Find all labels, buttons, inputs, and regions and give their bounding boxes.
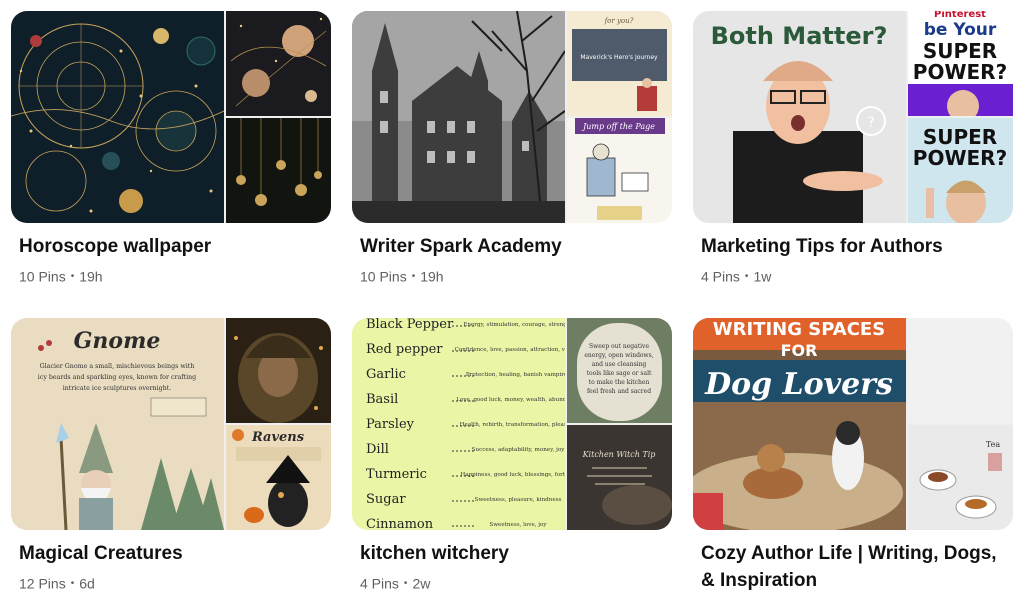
board-title[interactable]: Cozy Author Life | Writing, Dogs, & Insp… bbox=[701, 540, 1011, 594]
cover-image-herb-meanings: Black Pepper Energy, stimulation, courage… bbox=[352, 318, 565, 530]
board-meta: 4 Pins • 2w bbox=[360, 574, 430, 591]
last-updated: 6d bbox=[79, 575, 95, 592]
thumb-text: Jump off the Page bbox=[581, 122, 655, 131]
cover-image-celestial-wallpaper bbox=[11, 11, 224, 223]
board-meta: 10 Pins • 19h bbox=[360, 267, 444, 284]
cover-image-moons-planets bbox=[226, 11, 331, 116]
separator-dot: • bbox=[744, 270, 749, 282]
thumb-text: to make the kitchen bbox=[589, 379, 650, 386]
cover-image-super-power: Pinterest be Your SUPER POWER? bbox=[908, 11, 1013, 116]
thumb-text: tools like sage or salt bbox=[587, 370, 652, 377]
cover-image-glacier-gnome: Gnome Glacier Gnome a small, mischievous… bbox=[11, 318, 224, 530]
board-cover[interactable]: for you? Maverick's Hero's Journey Jump … bbox=[352, 11, 672, 223]
board-cover[interactable] bbox=[11, 11, 331, 223]
herb-meaning: Happiness, good luck, blessings, fortune bbox=[460, 472, 565, 478]
thumb-text: for you? bbox=[604, 17, 634, 25]
herb-meaning: Sweetness, pleasure, kindness bbox=[475, 497, 562, 503]
thumb-text: Glacier Gnome a small, mischievous being… bbox=[40, 363, 195, 370]
herb-meaning: Energy, stimulation, courage, strength bbox=[463, 322, 565, 328]
thumb-text: be Your bbox=[924, 20, 997, 40]
herb-name: Dill bbox=[366, 442, 389, 457]
board-meta: 10 Pins • 19h bbox=[19, 267, 103, 284]
cover-image-tea-cups: Tea bbox=[908, 425, 1013, 530]
board-meta: 12 Pins • 6d bbox=[19, 574, 95, 591]
herb-name: Sugar bbox=[366, 492, 406, 507]
pin-count: 4 Pins bbox=[701, 268, 740, 285]
thumb-headline: Gnome bbox=[74, 328, 161, 354]
thumb-text: Maverick's Hero's Journey bbox=[580, 54, 658, 61]
pin-count: 10 Pins bbox=[360, 268, 407, 285]
herb-name: Basil bbox=[366, 392, 398, 407]
board-title[interactable]: kitchen witchery bbox=[360, 540, 670, 567]
thumb-text: icy beards and sparkling eyes, known for… bbox=[38, 374, 196, 381]
pin-count: 10 Pins bbox=[19, 268, 66, 285]
herb-name: Turmeric bbox=[366, 467, 427, 482]
herb-meaning: Confidence, love, passion, attraction, v… bbox=[455, 347, 565, 353]
herb-meaning: Protection, healing, banish vampires bbox=[466, 372, 565, 378]
board-title[interactable]: Writer Spark Academy bbox=[360, 233, 670, 260]
separator-dot: • bbox=[411, 270, 416, 282]
cover-image-both-matter: Both Matter? ? bbox=[693, 11, 906, 223]
pin-count: 12 Pins bbox=[19, 575, 66, 592]
thumb-text: Pinterest bbox=[934, 11, 986, 20]
separator-dot: • bbox=[403, 577, 408, 589]
thumb-text: POWER? bbox=[913, 146, 1007, 170]
cover-image-ravens: Ravens bbox=[226, 425, 331, 530]
herb-meaning: Health, rebirth, transformation, pleasur… bbox=[460, 422, 565, 428]
thumb-headline: Dog Lovers bbox=[704, 367, 893, 402]
last-updated: 19h bbox=[420, 268, 444, 285]
cover-image-kitchen-witch-tip: Kitchen Witch Tip bbox=[567, 425, 672, 530]
herb-meaning: Sweetness, love, joy bbox=[489, 522, 547, 528]
herb-meaning: Love, good luck, money, wealth, abundanc… bbox=[456, 397, 565, 403]
herb-name: Cinnamon bbox=[366, 517, 434, 530]
board-cover[interactable]: WRITING SPACES FOR Dog Lovers Tea bbox=[693, 318, 1013, 530]
board-title[interactable]: Magical Creatures bbox=[19, 540, 329, 567]
thumb-text: energy, open windows, bbox=[584, 352, 653, 359]
thumb-text: Ravens bbox=[251, 430, 305, 445]
herb-meaning: Success, adaptability, money, joy bbox=[472, 447, 565, 453]
cover-image-gothic-castle bbox=[352, 11, 565, 223]
pin-count: 4 Pins bbox=[360, 575, 399, 592]
thumb-text: feel fresh and sacred bbox=[587, 388, 651, 395]
separator-dot: • bbox=[70, 270, 75, 282]
thumb-text: WRITING SPACES bbox=[713, 319, 885, 340]
thumb-text: POWER? bbox=[913, 60, 1007, 84]
thumb-text: Kitchen Witch Tip bbox=[582, 450, 656, 459]
cover-image-super-power-2: SUPER POWER? bbox=[908, 118, 1013, 223]
cover-image-hanging-moons bbox=[226, 118, 331, 223]
thumb-text: FOR bbox=[781, 341, 818, 360]
board-title[interactable]: Horoscope wallpaper bbox=[19, 233, 329, 260]
cover-image-heros-journey: for you? Maverick's Hero's Journey bbox=[567, 11, 672, 116]
herb-name: Red pepper bbox=[366, 342, 443, 357]
board-title[interactable]: Marketing Tips for Authors bbox=[701, 233, 1011, 260]
thumb-text: Sweep out negative bbox=[589, 343, 649, 350]
thumb-headline: Both Matter? bbox=[711, 22, 888, 50]
herb-name: Black Pepper bbox=[366, 318, 454, 332]
svg-text:?: ? bbox=[867, 115, 874, 131]
board-cover[interactable]: Gnome Glacier Gnome a small, mischievous… bbox=[11, 318, 331, 530]
board-meta: 4 Pins • 1w bbox=[701, 267, 771, 284]
cover-image-character-reading: Jump off the Page bbox=[567, 118, 672, 223]
board-cover[interactable]: Both Matter? ? Pinterest be Your SUPER P… bbox=[693, 11, 1013, 223]
board-cover[interactable]: Black Pepper Energy, stimulation, courage… bbox=[352, 318, 672, 530]
cover-image-writing-spaces-dogs: WRITING SPACES FOR Dog Lovers bbox=[693, 318, 906, 530]
herb-name: Parsley bbox=[366, 417, 415, 432]
cover-image-hooded-figure bbox=[226, 318, 331, 423]
thumb-text: and use cleansing bbox=[592, 361, 647, 368]
herb-name: Garlic bbox=[366, 367, 406, 382]
cover-image-empty bbox=[908, 318, 1013, 423]
separator-dot: • bbox=[70, 577, 75, 589]
thumb-text: Tea bbox=[986, 440, 1000, 449]
cover-image-witch-tip-note: Sweep out negative energy, open windows, a… bbox=[567, 318, 672, 423]
last-updated: 1w bbox=[753, 268, 772, 285]
last-updated: 2w bbox=[412, 575, 431, 592]
thumb-text: intricate ice sculptures overnight. bbox=[63, 385, 172, 392]
last-updated: 19h bbox=[79, 268, 103, 285]
